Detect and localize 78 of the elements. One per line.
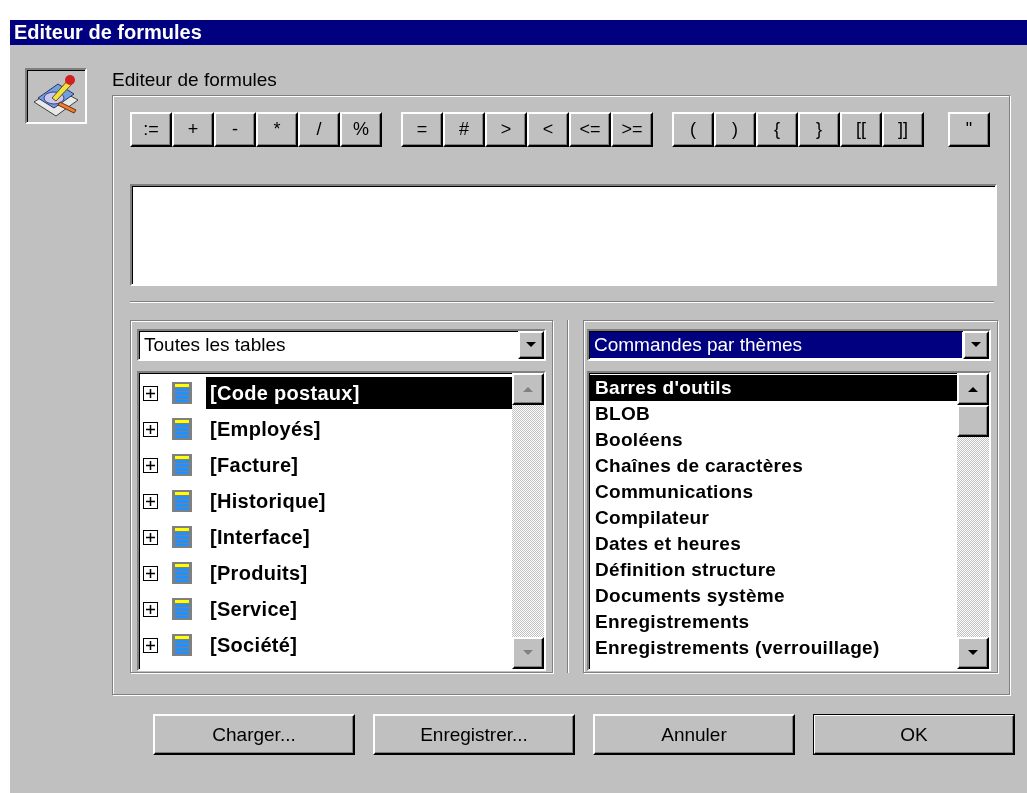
- expand-icon[interactable]: [143, 421, 158, 437]
- operator-button[interactable]: <=: [569, 112, 611, 147]
- operator-button[interactable]: /: [298, 112, 340, 147]
- table-icon: [172, 418, 192, 440]
- expand-icon[interactable]: [143, 493, 158, 509]
- down-arrow-icon: [522, 649, 534, 657]
- operator-button[interactable]: #: [443, 112, 485, 147]
- table-icon: [172, 634, 192, 656]
- operator-button[interactable]: :=: [130, 112, 172, 147]
- scroll-down-button[interactable]: [512, 637, 544, 669]
- operator-button[interactable]: }: [798, 112, 840, 147]
- dialog-button[interactable]: OK: [813, 714, 1015, 755]
- dropdown-value: Toutes les tables: [143, 333, 287, 357]
- caret-icon: [525, 341, 537, 349]
- operator-button[interactable]: %: [340, 112, 382, 147]
- list-item[interactable]: Enregistrements: [589, 609, 957, 635]
- dialog-button[interactable]: Annuler: [593, 714, 795, 755]
- list-item[interactable]: Dates et heures: [589, 531, 957, 557]
- expand-icon[interactable]: [143, 457, 158, 473]
- list-item[interactable]: Documents système: [589, 583, 957, 609]
- operator-button[interactable]: -: [214, 112, 256, 147]
- tree-item[interactable]: [Service]: [206, 593, 302, 625]
- list-item[interactable]: Compilateur: [589, 505, 957, 531]
- operator-button[interactable]: ): [714, 112, 756, 147]
- list-item[interactable]: BLOB: [589, 401, 957, 427]
- list-item[interactable]: Barres d'outils: [589, 375, 957, 401]
- operator-button[interactable]: ": [948, 112, 990, 147]
- operator-button[interactable]: <: [527, 112, 569, 147]
- dropdown-button[interactable]: [963, 331, 989, 359]
- operator-button[interactable]: =: [401, 112, 443, 147]
- caret-icon: [970, 341, 982, 349]
- tree-item[interactable]: [Historique]: [206, 485, 330, 517]
- operator-button[interactable]: (: [672, 112, 714, 147]
- list-item[interactable]: Chaînes de caractères: [589, 453, 957, 479]
- list-item[interactable]: Booléens: [589, 427, 957, 453]
- table-icon: [172, 526, 192, 548]
- table-icon: [172, 382, 192, 404]
- list-item[interactable]: Enregistrements (verrouillage): [589, 635, 957, 661]
- list-item[interactable]: Communications: [589, 479, 957, 505]
- up-arrow-icon: [967, 385, 979, 393]
- expand-icon[interactable]: [143, 529, 158, 545]
- tree-item[interactable]: [Produits]: [206, 557, 312, 589]
- window-title: Editeur de formules: [10, 20, 1027, 45]
- table-icon: [172, 490, 192, 512]
- scroll-thumb[interactable]: [957, 405, 989, 437]
- operator-button[interactable]: [[: [840, 112, 882, 147]
- expand-icon[interactable]: [143, 385, 158, 401]
- tree-item[interactable]: [Code postaux]: [206, 377, 512, 409]
- table-icon: [172, 454, 192, 476]
- header-label: Editeur de formules: [112, 68, 278, 92]
- scroll-up-button[interactable]: [957, 373, 989, 405]
- dialog-button[interactable]: Enregistrer...: [373, 714, 575, 755]
- operator-button[interactable]: >=: [611, 112, 653, 147]
- down-arrow-icon: [967, 649, 979, 657]
- operator-button[interactable]: {: [756, 112, 798, 147]
- operator-button[interactable]: +: [172, 112, 214, 147]
- dropdown-value: Commandes par thèmes: [590, 332, 962, 358]
- expand-icon[interactable]: [143, 601, 158, 617]
- list-item[interactable]: Définition structure: [589, 557, 957, 583]
- tree-item[interactable]: [Employés]: [206, 413, 325, 445]
- tree-item[interactable]: [Facture]: [206, 449, 303, 481]
- dropdown-button[interactable]: [518, 331, 544, 359]
- dropdown[interactable]: Toutes les tables: [137, 329, 546, 361]
- tree-item[interactable]: [Interface]: [206, 521, 314, 553]
- operator-button[interactable]: >: [485, 112, 527, 147]
- scroll-up-button[interactable]: [512, 373, 544, 405]
- dropdown[interactable]: Commandes par thèmes: [587, 329, 991, 361]
- table-icon: [172, 598, 192, 620]
- scroll-down-button[interactable]: [957, 637, 989, 669]
- dialog-button[interactable]: Charger...: [153, 714, 355, 755]
- up-arrow-icon: [522, 385, 534, 393]
- table-icon: [172, 562, 192, 584]
- tree-item[interactable]: [Société]: [206, 629, 302, 661]
- operator-button[interactable]: ]]: [882, 112, 924, 147]
- formula-input[interactable]: [130, 184, 997, 286]
- operator-button[interactable]: *: [256, 112, 298, 147]
- expand-icon[interactable]: [143, 565, 158, 581]
- expand-icon[interactable]: [143, 637, 158, 653]
